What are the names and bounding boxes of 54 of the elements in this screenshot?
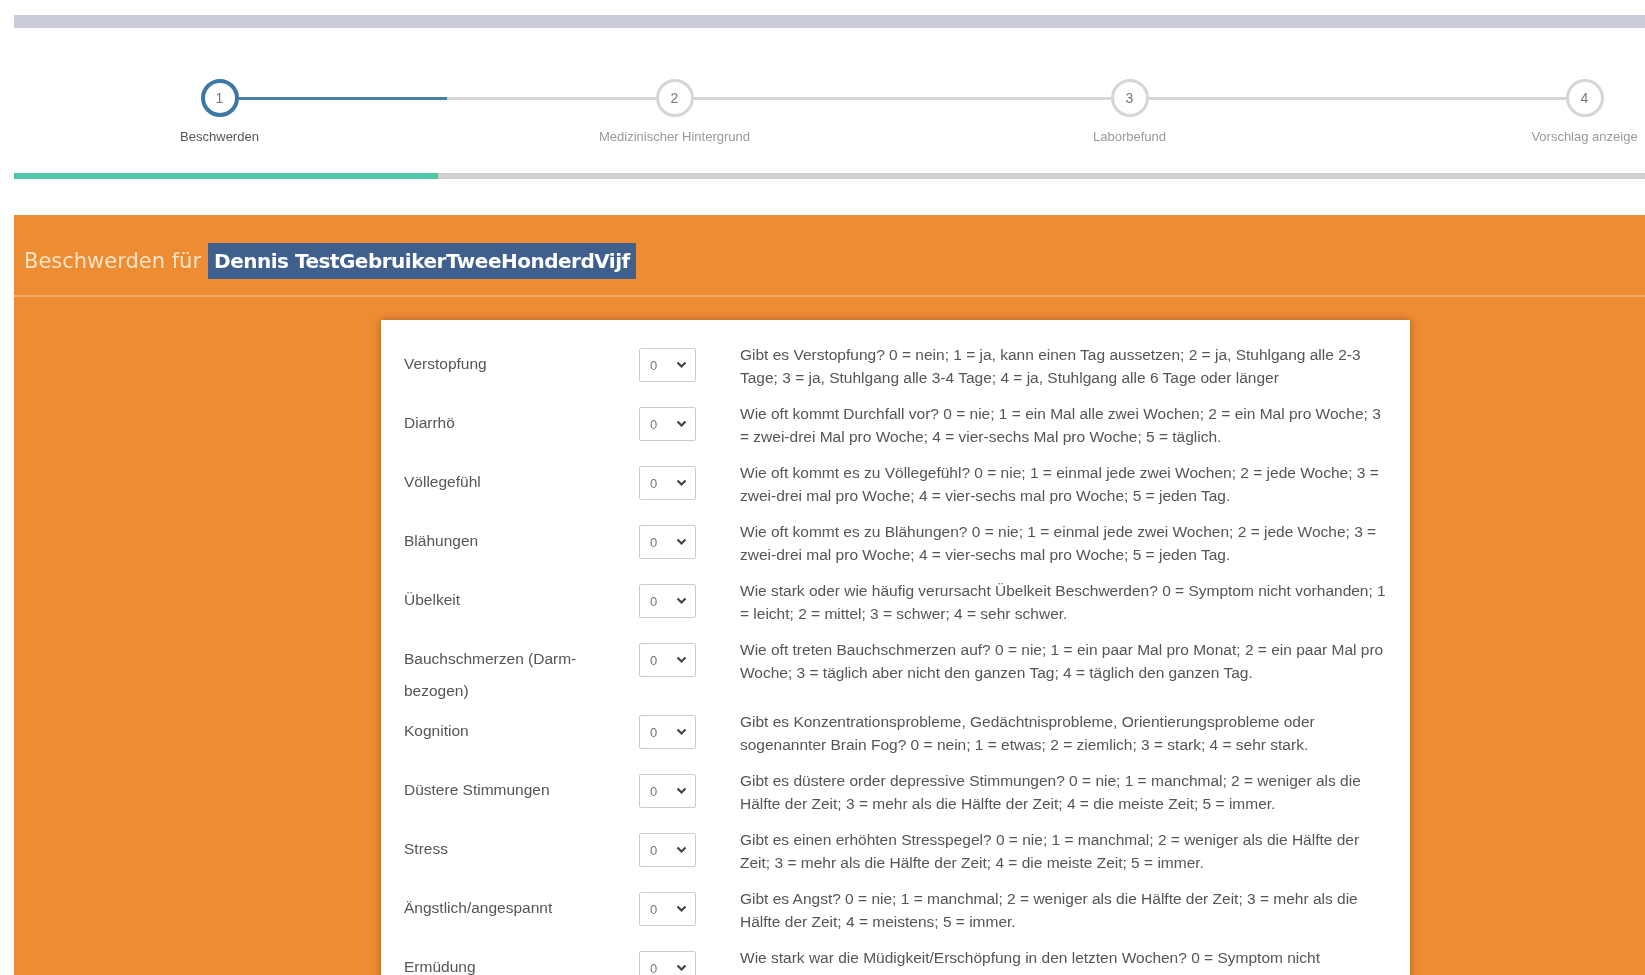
symptom-description: Wie stark war die Müdigkeit/Erschöpfung in den letzten Wochen? 0 = Symptom nicht — [740, 948, 1321, 968]
chevron-down-icon — [676, 597, 687, 605]
score-select[interactable]: 0 — [639, 348, 696, 382]
symptom-description: Gibt es düstere order depressive Stimmungen? 0 = nie; 1 = manchmal; 2 = weniger als die Hälfte der Zeit; 3 = mehr als die Hälfte der Zeit; 4 = die meiste Zeit; 5 = immer. — [740, 771, 1362, 814]
chevron-down-icon — [676, 905, 687, 913]
score-select[interactable]: 0 — [639, 951, 696, 975]
chevron-down-icon — [676, 420, 687, 428]
score-select[interactable]: 0 — [639, 584, 696, 618]
step-circle[interactable]: 4 — [1565, 79, 1604, 117]
step-label: Beschwerden — [180, 129, 259, 144]
symptom-description: Gibt es Verstopfung? 0 = nein; 1 = ja, kann einen Tag aussetzen; 2 = ja, Stuhlgang alle 2-3 Tage; 3 = ja, Stuhlgang alle 3-4 Tage; 4 = ja, Stuhlgang alle 6 Tage oder länger — [740, 345, 1362, 388]
chevron-down-icon — [676, 538, 687, 546]
step-label: Medizinischer Hintergrund — [599, 129, 750, 144]
symptom-label: Ängstlich/angespannt — [404, 898, 554, 918]
score-select[interactable]: 0 — [639, 774, 696, 808]
symptom-description: Wie oft kommt es zu Blähungen? 0 = nie; 1 = einmal jede zwei Wochen; 2 = jede Woche; 3 = zwei-drei mal pro Woche; 4 = vier-sechs mal pro Woche; 5 = jeden Tag. — [740, 522, 1378, 565]
symptom-description: Gibt es einen erhöhten Stresspegel? 0 = nie; 1 = manchmal; 2 = weniger als die Hälfte der Zeit; 3 = mehr als die Hälfte der Zeit; 4 = die meiste Zeit; 5 = immer. — [740, 830, 1361, 873]
score-select[interactable]: 0 — [639, 525, 696, 559]
step-circle[interactable]: 3 — [1110, 79, 1149, 117]
symptom-label: Diarrhö — [404, 413, 456, 433]
chevron-down-icon — [676, 728, 687, 736]
symptom-description: Wie stark oder wie häufig verursacht Übelkeit Beschwerden? 0 = Symptom nicht vorhanden; 1 = leicht; 2 = mittel; 3 = schwer; 4 = sehr schwer. — [740, 581, 1386, 624]
score-select[interactable]: 0 — [639, 466, 696, 500]
symptom-label: Übelkeit — [404, 590, 461, 610]
step-label: Laborbefund — [1093, 129, 1166, 144]
symptom-description: Gibt es Angst? 0 = nie; 1 = manchmal; 2 = weniger als die Hälfte der Zeit; 3 = mehr als die Hälfte der Zeit; 4 = meistens; 5 = immer. — [740, 889, 1359, 932]
symptom-label: Verstopfung — [404, 354, 488, 374]
symptom-description: Gibt es Konzentrationsprobleme, Gedächtnisprobleme, Orientierungsprobleme oder sogenannter Brain Fog? 0 = nein; 1 = etwas; 2 = ziemlich; 3 = stark; 4 = sehr stark. — [740, 712, 1316, 755]
chevron-down-icon — [676, 361, 687, 369]
section-title: Beschwerden für — [24, 249, 202, 273]
chevron-down-icon — [676, 656, 687, 664]
chevron-down-icon — [676, 787, 687, 795]
step-circle[interactable]: 1 — [200, 79, 239, 117]
step-label: Vorschlag anzeige — [1531, 129, 1638, 144]
score-select[interactable]: 0 — [639, 892, 696, 926]
patient-name: Dennis TestGebruikerTweeHonderdVijf — [208, 243, 636, 279]
symptom-label: Blähungen — [404, 531, 480, 551]
chevron-down-icon — [676, 964, 687, 972]
symptom-label: Düstere Stimmungen — [404, 780, 551, 800]
score-select[interactable]: 0 — [639, 715, 696, 749]
chevron-down-icon — [676, 846, 687, 854]
symptom-description: Wie oft treten Bauchschmerzen auf? 0 = nie; 1 = ein paar Mal pro Monat; 2 = ein paar Mal pro Woche; 3 = täglich aber nicht den ganzen Tag; 4 = täglich den ganzen Tag. — [740, 640, 1385, 683]
chevron-down-icon — [676, 479, 687, 487]
score-select[interactable]: 0 — [639, 643, 696, 677]
symptom-description: Wie oft kommt Durchfall vor? 0 = nie; 1 = ein Mal alle zwei Wochen; 2 = ein Mal pro Woche; 3 = zwei-drei Mal pro Woche; 4 = vier-sechs Mal pro Woche; 5 = täglich. — [740, 404, 1382, 447]
symptom-label: Ermüdung — [404, 957, 477, 975]
symptom-label: Stress — [404, 839, 449, 859]
score-select[interactable]: 0 — [639, 407, 696, 441]
symptom-label: Völlegefühl — [404, 472, 482, 492]
symptom-label: Bauchschmerzen (Darm-bezogen) — [404, 649, 578, 701]
step-circle[interactable]: 2 — [655, 79, 694, 117]
symptom-description: Wie oft kommt es zu Völlegefühl? 0 = nie; 1 = einmal jede zwei Wochen; 2 = jede Woche; 3 = zwei-drei mal pro Woche; 4 = vier-sechs mal pro Woche; 5 = jeden Tag. — [740, 463, 1380, 506]
symptom-label: Kognition — [404, 721, 470, 741]
score-select[interactable]: 0 — [639, 833, 696, 867]
